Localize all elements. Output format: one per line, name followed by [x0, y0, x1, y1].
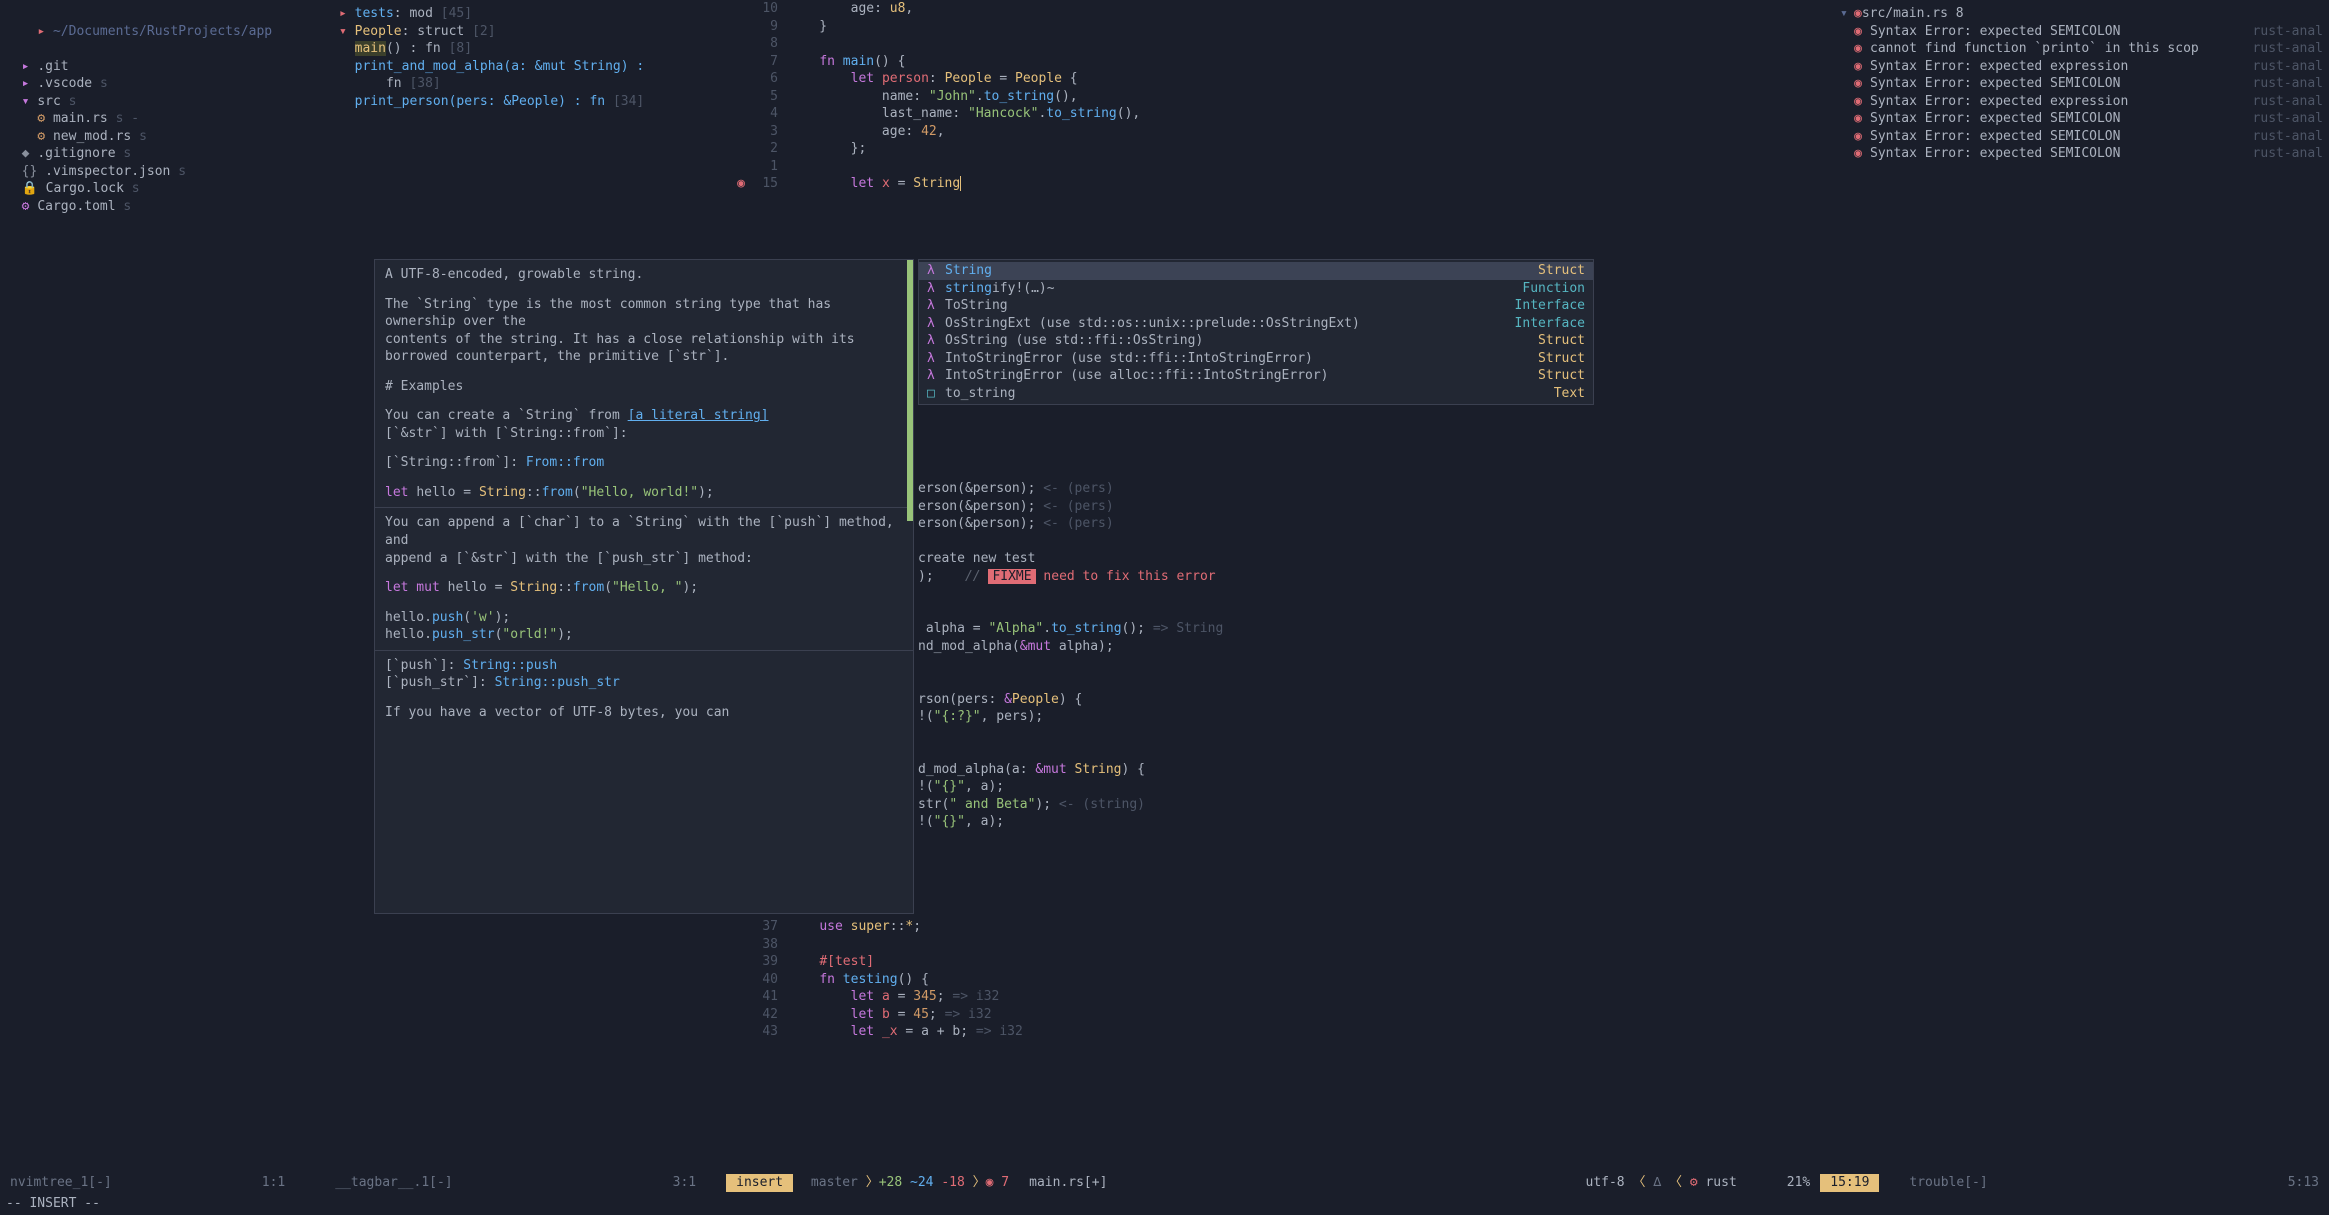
code-partial: erson(&person); <- (pers)erson(&person);…: [918, 480, 1618, 831]
tree-item[interactable]: ◆ .gitignore s: [6, 145, 329, 163]
tree-item[interactable]: ⚙ Cargo.toml s: [6, 198, 329, 216]
completion-item[interactable]: λIntoStringError (use std::ffi::IntoStri…: [919, 350, 1593, 368]
code-line[interactable]: 4 last_name: "Hancock".to_string(),: [730, 105, 1830, 123]
code-line[interactable]: 3 age: 42,: [730, 123, 1830, 141]
completion-item[interactable]: λOsString (use std::ffi::OsString)Struct: [919, 332, 1593, 350]
doc-scrollbar[interactable]: [907, 260, 913, 521]
diagnostics-pane[interactable]: ▾ ◉ src/main.rs 8 ◉Syntax Error: expecte…: [1834, 0, 2329, 1160]
code-line[interactable]: 7 fn main() {: [730, 53, 1830, 71]
code-line[interactable]: 38: [730, 936, 1830, 954]
outline-item[interactable]: print_person(pers: &People) : fn [34]: [339, 93, 726, 111]
tree-item[interactable]: {} .vimspector.json s: [6, 163, 329, 181]
completion-item[interactable]: λStringStruct: [919, 262, 1593, 280]
tree-path: ▸ ~/Documents/RustProjects/app: [6, 5, 329, 58]
status-cursor-pos: 15:19: [1820, 1174, 1879, 1192]
tree-item[interactable]: ⚙ new_mod.rs s: [6, 128, 329, 146]
diagnostic-item[interactable]: ◉Syntax Error: expected SEMICOLONrust-an…: [1840, 110, 2323, 128]
code-line[interactable]: 43 let _x = a + b; => i32: [730, 1023, 1830, 1041]
status-bar: nvimtree_1[-] 1:1 __tagbar__.1[-] 3:1 in…: [0, 1173, 2329, 1193]
diagnostic-item[interactable]: ◉Syntax Error: expected SEMICOLONrust-an…: [1840, 75, 2323, 93]
tree-item[interactable]: ▸ .vscode s: [6, 75, 329, 93]
completion-item[interactable]: λToStringInterface: [919, 297, 1593, 315]
status-filename: main.rs[+]: [1019, 1174, 1117, 1192]
code-line[interactable]: 40 fn testing() {: [730, 971, 1830, 989]
code-line[interactable]: 5 name: "John".to_string(),: [730, 88, 1830, 106]
tree-item[interactable]: 🔒 Cargo.lock s: [6, 180, 329, 198]
code-line[interactable]: 10 age: u8,: [730, 0, 1830, 18]
outline-item[interactable]: print_and_mod_alpha(a: &mut String) :: [339, 58, 726, 76]
code-line[interactable]: ◉15 let x = String: [730, 175, 1830, 193]
outline-item[interactable]: ▸ tests: mod [45]: [339, 5, 726, 23]
completion-item[interactable]: λOsStringExt (use std::os::unix::prelude…: [919, 315, 1593, 333]
completion-item[interactable]: λIntoStringError (use alloc::ffi::IntoSt…: [919, 367, 1593, 385]
tree-item[interactable]: ⚙ main.rs s -: [6, 110, 329, 128]
diagnostic-item[interactable]: ◉Syntax Error: expected SEMICOLONrust-an…: [1840, 128, 2323, 146]
status-tree: nvimtree_1[-]: [0, 1174, 122, 1192]
outline-item[interactable]: fn [38]: [339, 75, 726, 93]
diagnostic-item[interactable]: ◉cannot find function `printo` in this s…: [1840, 40, 2323, 58]
code-line[interactable]: 2 };: [730, 140, 1830, 158]
status-mode: insert: [726, 1174, 793, 1192]
code-line[interactable]: 41 let a = 345; => i32: [730, 988, 1830, 1006]
tree-item[interactable]: ▾ src s: [6, 93, 329, 111]
doc-text: A UTF-8-encoded, growable string.: [385, 266, 903, 284]
diagnostic-item[interactable]: ◉Syntax Error: expected SEMICOLONrust-an…: [1840, 145, 2323, 163]
diagnostic-item[interactable]: ◉Syntax Error: expected expressionrust-a…: [1840, 93, 2323, 111]
documentation-popup[interactable]: A UTF-8-encoded, growable string. The `S…: [374, 259, 914, 914]
code-line[interactable]: 8: [730, 35, 1830, 53]
completion-popup[interactable]: λStringStructλstringify!(…)~FunctionλToS…: [918, 259, 1594, 405]
tree-item[interactable]: ▸ .git: [6, 58, 329, 76]
outline-item[interactable]: ▾ People: struct [2]: [339, 23, 726, 41]
code-line[interactable]: 39 #[test]: [730, 953, 1830, 971]
completion-item[interactable]: □to_stringText: [919, 385, 1593, 403]
code-line[interactable]: 9 }: [730, 18, 1830, 36]
diagnostics-count: 8: [1956, 5, 1964, 23]
status-tagbar: __tagbar__.1[-]: [325, 1174, 462, 1192]
diagnostics-header[interactable]: ▾ ◉ src/main.rs 8: [1840, 5, 2323, 23]
mode-line: -- INSERT --: [0, 1195, 2329, 1215]
code-line[interactable]: 42 let b = 45; => i32: [730, 1006, 1830, 1024]
completion-item[interactable]: λstringify!(…)~Function: [919, 280, 1593, 298]
diagnostic-item[interactable]: ◉Syntax Error: expected expressionrust-a…: [1840, 58, 2323, 76]
diagnostic-item[interactable]: ◉Syntax Error: expected SEMICOLONrust-an…: [1840, 23, 2323, 41]
code-line[interactable]: 6 let person: People = People {: [730, 70, 1830, 88]
code-line[interactable]: 37 use super::*;: [730, 918, 1830, 936]
outline-item[interactable]: main() : fn [8]: [339, 40, 726, 58]
code-line[interactable]: 1: [730, 158, 1830, 176]
file-tree[interactable]: ▸ ~/Documents/RustProjects/app ▸ .git ▸ …: [0, 0, 335, 1160]
